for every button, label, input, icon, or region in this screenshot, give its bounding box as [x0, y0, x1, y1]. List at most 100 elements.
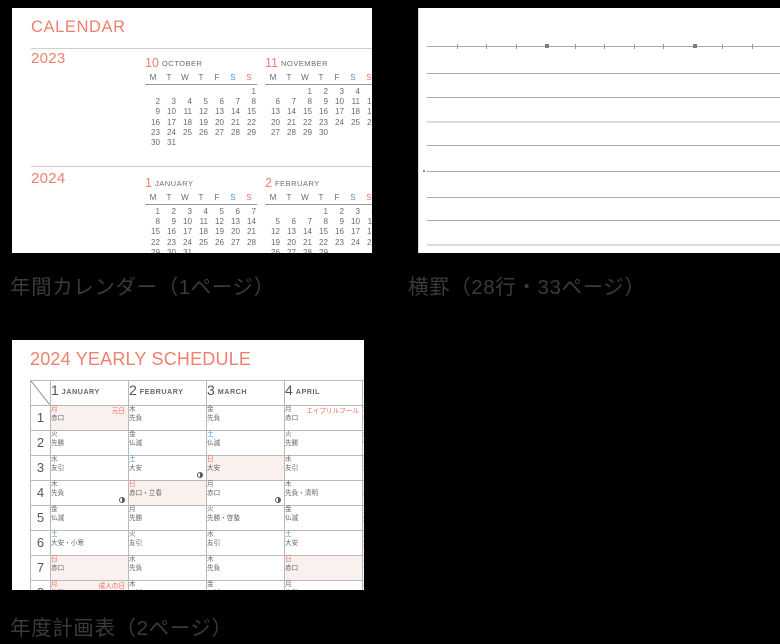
- schedule-day-cell[interactable]: 月先勝: [284, 580, 363, 590]
- calendar-day: 31: [182, 247, 192, 253]
- schedule-month-header: 5MAY: [362, 380, 364, 406]
- schedule-day-cell[interactable]: 火先負: [362, 555, 364, 581]
- schedule-day-cell[interactable]: 月赤口: [206, 480, 285, 506]
- calendar-day: 2: [323, 87, 328, 96]
- schedule-day-cell[interactable]: 月先勝成人の日: [50, 580, 129, 590]
- schedule-day-cell[interactable]: 土大安: [284, 530, 363, 556]
- schedule-day-cell[interactable]: 水先負: [362, 405, 364, 431]
- weekday-label: 金: [207, 406, 214, 413]
- calendar-day: [193, 138, 209, 148]
- weekday-label: 火: [51, 431, 58, 438]
- calendar-day: 14: [302, 227, 312, 237]
- weekday-label: 月: [285, 581, 292, 588]
- lined-paper-preview-panel[interactable]: [418, 8, 780, 253]
- calendar-day: [345, 248, 361, 253]
- schedule-day-cell[interactable]: 火先勝: [50, 430, 129, 456]
- month-name: JANUARY: [154, 179, 194, 188]
- calendar-day: 21: [246, 227, 256, 237]
- schedule-day-cell[interactable]: 土大安: [128, 455, 207, 481]
- schedule-day-cell[interactable]: 金仏滅: [50, 505, 129, 531]
- schedule-day-cell[interactable]: 金仏滅: [128, 430, 207, 456]
- schedule-day-cell[interactable]: 水友引: [206, 530, 285, 556]
- calendar-day: 24: [334, 117, 344, 127]
- schedule-day-cell[interactable]: 木先負: [128, 405, 207, 431]
- rokuyo-label: 仏滅: [207, 590, 284, 591]
- week-row: 27 28 29 30: [265, 128, 372, 138]
- rokuyo-label: 仏滅: [363, 440, 364, 449]
- schedule-day-cell[interactable]: 金先負: [206, 405, 285, 431]
- calendar-day: [345, 138, 361, 148]
- rokuyo-label: 先負: [51, 489, 65, 497]
- schedule-day-cell[interactable]: 火先勝: [284, 430, 363, 456]
- weekday-label: M: [265, 73, 281, 85]
- rokuyo-label: 先負・清明: [285, 489, 318, 497]
- month-header: 1 JANUARY: [145, 174, 263, 190]
- calendar-day: 24: [350, 237, 360, 247]
- schedule-day-number: 6: [30, 530, 51, 556]
- calendar-day: 12: [214, 217, 224, 227]
- weekday-label: 金: [51, 506, 58, 513]
- schedule-day-cell[interactable]: 木仏滅: [128, 580, 207, 590]
- calendar-day: 6: [291, 217, 296, 227]
- calendar-day: 21: [286, 117, 296, 127]
- rule-line: [427, 197, 780, 198]
- schedule-day-cell[interactable]: 水友引: [284, 455, 363, 481]
- calendar-preview-panel[interactable]: CALENDAR 2023 2024 10 OCTOBER M T W T F S S 1 2 3 4 5…: [12, 8, 372, 253]
- schedule-day-cell[interactable]: 日赤口: [50, 555, 129, 581]
- calendar-day: [177, 85, 193, 98]
- calendar-day: 11: [183, 107, 192, 117]
- calendar-day: 23: [334, 237, 344, 247]
- schedule-day-cell[interactable]: 金仏滅: [206, 580, 285, 591]
- schedule-day-cell[interactable]: 月赤口 エイプリルフール: [284, 405, 363, 431]
- weekday-label: 月: [207, 481, 214, 488]
- schedule-day-cell[interactable]: 金仏滅: [284, 505, 363, 531]
- schedule-day-cell[interactable]: 日大安: [206, 455, 285, 481]
- schedule-day-cell[interactable]: 月先勝: [128, 505, 207, 531]
- weekday-label: M: [145, 193, 161, 205]
- schedule-day-number: 8: [30, 580, 51, 590]
- calendar-month: 2FEBRUARYMTWTFSS123456789101112131415161…: [265, 174, 372, 253]
- schedule-day-cell[interactable]: 木先負・清明: [284, 480, 363, 506]
- calendar-day: 14: [286, 107, 296, 117]
- month-grid: MTWTFSS123456789101112131415161718192021…: [145, 73, 257, 148]
- schedule-day-cell[interactable]: 水友引: [50, 455, 129, 481]
- calendar-day: 30: [166, 247, 176, 253]
- schedule-day-cell[interactable]: 日赤口・立春: [128, 480, 207, 506]
- calendar-divider-bottom: [31, 166, 372, 167]
- rokuyo-label: 先負: [207, 564, 221, 572]
- schedule-month-name: APRIL: [295, 387, 320, 396]
- schedule-month-number: 4: [285, 382, 293, 398]
- schedule-day-cell[interactable]: 木仏滅: [362, 430, 364, 456]
- schedule-day-cell[interactable]: 月友引振替休日: [362, 530, 364, 556]
- schedule-day-cell[interactable]: 日先勝こどもの日: [362, 505, 364, 531]
- schedule-day-cell[interactable]: 水先負: [128, 555, 207, 581]
- calendar-day: 29: [246, 127, 256, 137]
- schedule-day-cell[interactable]: 木先負: [50, 480, 129, 506]
- schedule-day-cell[interactable]: 月赤口 元日: [50, 405, 129, 431]
- rokuyo-label: 大安: [129, 464, 143, 472]
- schedule-day-cell[interactable]: 金大安憲法記念日: [362, 455, 364, 481]
- yearly-schedule-preview-panel[interactable]: 2024 YEARLY SCHEDULE 1 JANUARY 2 FEBRUARY 3 M…: [12, 340, 364, 590]
- schedule-day-cell[interactable]: 火先勝・啓蟄: [206, 505, 285, 531]
- schedule-day-cell[interactable]: 水仏滅: [362, 580, 364, 590]
- calendar-day: 17: [166, 117, 176, 127]
- schedule-day-cell[interactable]: 日赤口: [284, 555, 363, 581]
- calendar-day: 5: [361, 85, 372, 98]
- schedule-day-cell[interactable]: 木先負: [206, 555, 285, 581]
- calendar-day: 9: [323, 97, 328, 107]
- weekday-header-row: MTWTFSS: [145, 193, 257, 205]
- rokuyo-label: 大安: [285, 539, 299, 547]
- schedule-day-cell[interactable]: 土仏滅: [206, 430, 285, 456]
- schedule-day-cell[interactable]: 土大安・小寒: [50, 530, 129, 556]
- calendar-day: [225, 85, 241, 98]
- calendar-day: 16: [150, 117, 160, 127]
- calendar-day: 7: [307, 217, 312, 227]
- schedule-day-cell[interactable]: 土赤口みどりの日: [362, 480, 364, 506]
- rule-line: [427, 145, 780, 146]
- calendar-day: 5: [275, 217, 280, 227]
- calendar-day: 7: [291, 97, 296, 107]
- weekday-label: 土: [51, 531, 58, 538]
- schedule-day-cell[interactable]: 火友引: [128, 530, 207, 556]
- calendar-day: 20: [214, 117, 224, 127]
- rokuyo-label: 友引: [207, 539, 221, 547]
